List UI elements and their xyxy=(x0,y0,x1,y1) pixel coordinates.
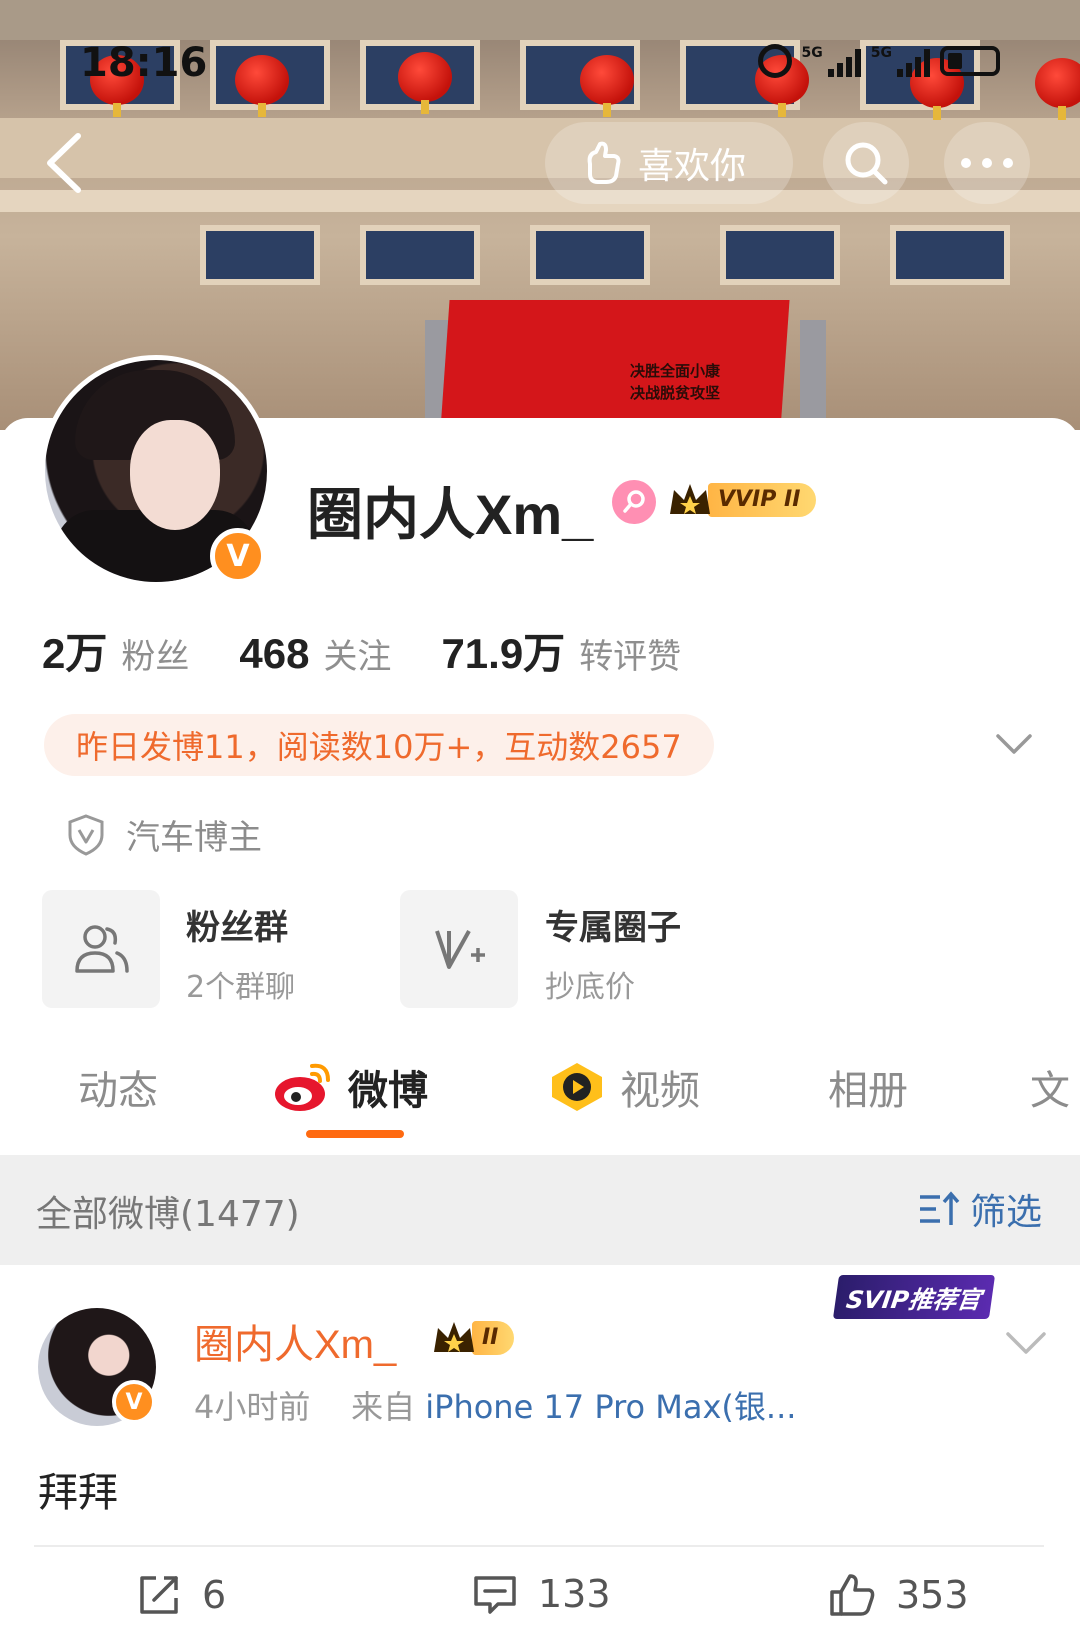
profile-tabs: 动态 微博 视频 相册 文 xyxy=(0,1048,1080,1148)
fan-group-tile[interactable] xyxy=(42,890,160,1008)
fan-group-subtitle: 2个群聊 xyxy=(186,970,296,1005)
active-tab-indicator xyxy=(306,1130,404,1138)
profile-stats: 2万 粉丝 468 关注 71.9万 转评赞 xyxy=(42,620,731,681)
followers-count[interactable]: 2万 xyxy=(42,620,107,681)
filter-button[interactable]: 筛选 xyxy=(918,1183,1042,1235)
profile-name: 圈内人Xm_ xyxy=(307,483,594,546)
like-you-label: 喜欢你 xyxy=(638,146,747,187)
network-type-label: 5G xyxy=(801,45,823,61)
comment-button[interactable]: 133 xyxy=(472,1572,611,1616)
filter-sort-icon xyxy=(919,1191,960,1225)
repost-icon xyxy=(140,1576,178,1614)
following-count[interactable]: 468 xyxy=(239,630,309,678)
engagement-count[interactable]: 71.9万 xyxy=(441,620,565,681)
filter-bar: 全部微博(1477) 筛选 xyxy=(0,1155,1080,1265)
back-button[interactable] xyxy=(38,128,98,198)
fan-group-title[interactable]: 粉丝群 xyxy=(186,900,288,949)
network-type-label: 5G xyxy=(870,45,892,61)
exclusive-circle-title[interactable]: 专属圈子 xyxy=(545,900,681,949)
post-vip-label: II xyxy=(472,1321,515,1355)
more-dots-icon xyxy=(961,158,1013,168)
tab-dynamics[interactable]: 动态 xyxy=(78,1058,158,1116)
followers-label[interactable]: 粉丝 xyxy=(121,629,189,678)
more-button[interactable] xyxy=(944,122,1030,204)
crown-icon xyxy=(668,480,712,520)
repost-count: 6 xyxy=(202,1573,227,1617)
post-source-link[interactable]: iPhone 17 Pro Max(银... xyxy=(425,1388,796,1426)
certification-label: 汽车博主 xyxy=(126,818,262,858)
like-you-button[interactable]: 喜欢你 xyxy=(545,122,793,204)
alarm-icon xyxy=(757,44,792,78)
comment-icon xyxy=(474,1576,516,1614)
exclusive-circle-subtitle: 抄底价 xyxy=(545,970,635,1005)
all-posts-count: 全部微博(1477) xyxy=(36,1194,300,1235)
chevron-down-icon[interactable] xyxy=(1004,1330,1048,1356)
thumbs-gesture-icon xyxy=(587,141,621,184)
status-time: 18:16 xyxy=(80,40,208,86)
status-bar: 18:16 5G 5G xyxy=(0,36,1080,86)
post-source-prefix: 来自 xyxy=(351,1388,416,1426)
vvip-badge[interactable]: VVIP II xyxy=(668,480,817,520)
shield-v-icon xyxy=(68,813,104,856)
tab-video[interactable]: 视频 xyxy=(548,1058,700,1116)
chevron-down-icon[interactable] xyxy=(994,732,1034,756)
search-button[interactable] xyxy=(823,122,909,204)
weibo-logo-icon xyxy=(275,1063,330,1111)
engagement-label[interactable]: 转评赞 xyxy=(579,629,681,678)
cover-banner-text: 决胜全面小康 决战脱贫攻坚 xyxy=(630,362,721,402)
svip-recommender-badge: SVIP推荐官 xyxy=(832,1275,996,1319)
tab-video-label: 视频 xyxy=(620,1068,700,1114)
vvip-label: VVIP II xyxy=(708,483,817,517)
verified-badge-icon: V xyxy=(210,528,266,584)
comment-count: 133 xyxy=(538,1572,611,1616)
female-gender-icon xyxy=(612,480,656,524)
signal-icon: 5G xyxy=(802,45,861,77)
like-count: 353 xyxy=(896,1573,969,1617)
repost-button[interactable]: 6 xyxy=(136,1572,226,1618)
post-vip-badge[interactable]: II xyxy=(432,1318,515,1358)
post-time: 4小时前 xyxy=(194,1388,311,1426)
tab-articles-label: 文 xyxy=(1030,1068,1070,1114)
video-play-icon xyxy=(552,1063,602,1111)
signal-icon: 5G xyxy=(871,45,930,77)
tab-dynamics-label: 动态 xyxy=(78,1068,158,1114)
users-icon xyxy=(75,925,129,973)
post-text[interactable]: 拜拜 xyxy=(38,1460,118,1518)
v-plus-icon xyxy=(435,930,485,969)
following-label[interactable]: 关注 xyxy=(323,629,391,678)
tab-articles[interactable]: 文 xyxy=(1030,1058,1070,1116)
post-divider xyxy=(34,1545,1044,1547)
battery-icon xyxy=(940,46,1000,76)
exclusive-circle-tile[interactable] xyxy=(400,890,518,1008)
post-meta: 4小时前 来自 iPhone 17 Pro Max(银... xyxy=(194,1382,796,1428)
post-author-name[interactable]: 圈内人Xm_ xyxy=(194,1312,396,1370)
crown-icon xyxy=(432,1318,476,1358)
activity-summary-pill[interactable]: 昨日发博11，阅读数10万+，互动数2657 xyxy=(44,714,714,776)
tab-album-label: 相册 xyxy=(828,1068,908,1114)
filter-label: 筛选 xyxy=(969,1192,1042,1233)
verified-badge-icon: V xyxy=(112,1380,156,1424)
tab-weibo-label: 微博 xyxy=(348,1068,428,1114)
tab-weibo[interactable]: 微博 xyxy=(272,1058,428,1116)
thumbs-up-icon xyxy=(830,1574,875,1616)
tab-album[interactable]: 相册 xyxy=(828,1058,908,1116)
certification-row[interactable]: 汽车博主 xyxy=(66,810,262,859)
like-button[interactable]: 353 xyxy=(828,1572,969,1618)
search-icon xyxy=(845,142,888,185)
chevron-left-icon xyxy=(47,133,81,193)
